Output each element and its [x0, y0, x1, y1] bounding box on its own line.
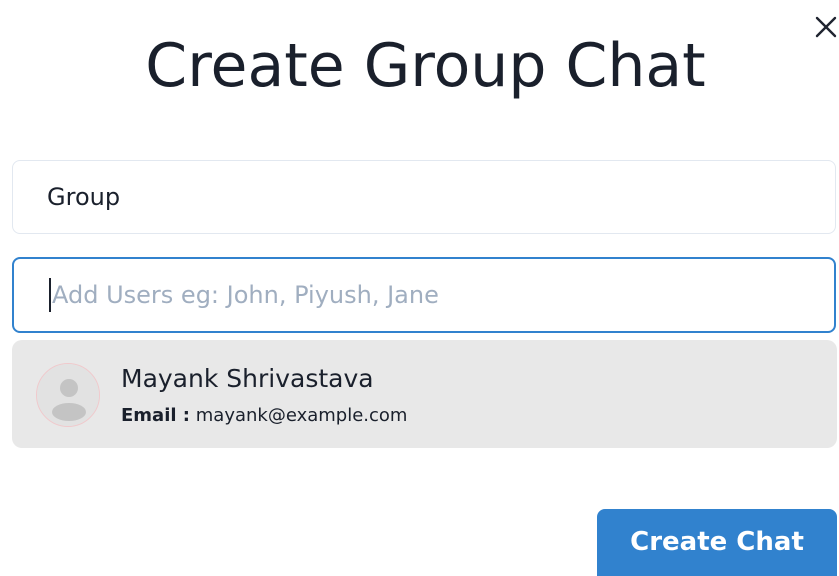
- user-list-item[interactable]: Mayank Shrivastava Email : mayank@exampl…: [12, 340, 837, 448]
- chat-name-value: Group: [47, 183, 121, 211]
- add-users-input[interactable]: Add Users eg: John, Piyush, Jane: [12, 257, 836, 333]
- email-label: Email :: [121, 405, 191, 426]
- modal-title: Create Group Chat: [145, 31, 706, 101]
- create-chat-button[interactable]: Create Chat: [597, 509, 837, 576]
- text-caret: [49, 278, 51, 312]
- user-name: Mayank Shrivastava: [121, 364, 374, 393]
- create-group-chat-modal: Create Group Chat Group Add Users eg: Jo…: [0, 0, 839, 576]
- add-users-placeholder: Add Users eg: John, Piyush, Jane: [52, 281, 439, 309]
- chat-name-input[interactable]: Group: [12, 160, 836, 234]
- user-avatar: [36, 363, 100, 427]
- user-email: Email : mayank@example.com: [121, 403, 407, 429]
- default-avatar-icon: [37, 364, 99, 426]
- email-value: mayank@example.com: [195, 405, 408, 426]
